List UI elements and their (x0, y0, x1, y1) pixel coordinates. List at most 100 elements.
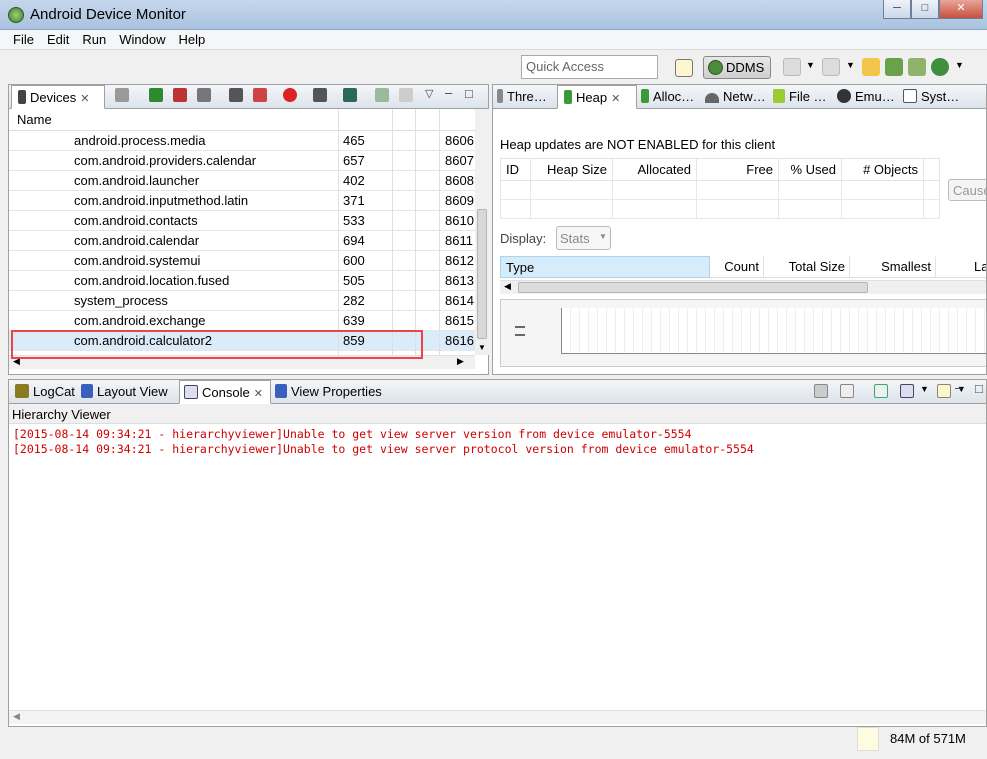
col-id[interactable]: ID (500, 158, 531, 181)
col-type[interactable]: Type (500, 256, 710, 278)
col-used[interactable]: % Used (778, 158, 842, 181)
download-icon[interactable] (885, 58, 903, 76)
tab-logcat-label: LogCat (33, 384, 75, 399)
scroll-left-icon[interactable]: ◀ (504, 281, 511, 292)
view-menu-icon[interactable]: ▽ (425, 87, 433, 100)
tab-file-explorer[interactable]: File … (773, 85, 833, 109)
tab-allocation[interactable]: Alloc… (641, 85, 701, 109)
open-console-icon[interactable] (936, 384, 951, 398)
column-name[interactable]: Name (17, 112, 52, 127)
device-process-row[interactable]: system_process 282 8614 (9, 291, 475, 311)
dropdown-icon[interactable]: ▼ (806, 60, 815, 70)
devices-header: Name (9, 109, 475, 131)
maximize-button[interactable]: □ (911, 0, 939, 19)
maximize-view-icon[interactable]: □ (975, 381, 983, 396)
device-process-row[interactable]: com.android.calendar 694 8611 (9, 231, 475, 251)
memory-status[interactable]: 84M of 571M (890, 731, 966, 746)
tab-network[interactable]: Netw… (705, 85, 769, 109)
systrace-icon[interactable] (343, 88, 357, 102)
minimize-view-icon[interactable]: – (445, 85, 452, 100)
scroll-right-icon[interactable]: ▶ (457, 356, 464, 367)
tab-heap[interactable]: Heap ✕ (557, 85, 637, 109)
scroll-left-icon[interactable]: ◀ (13, 711, 20, 722)
tab-system-label: Syst… (921, 89, 960, 104)
open-perspective-icon[interactable] (675, 59, 693, 77)
toolbar-icon-1[interactable] (783, 58, 801, 76)
scroll-thumb[interactable] (477, 209, 487, 339)
menu-file[interactable]: File (13, 30, 34, 47)
tab-console[interactable]: Console ✕ (179, 380, 271, 404)
stop-process-icon[interactable] (283, 88, 297, 102)
menu-help[interactable]: Help (178, 30, 205, 47)
menu-edit[interactable]: Edit (47, 30, 69, 47)
scroll-down-icon[interactable]: ▼ (478, 343, 486, 352)
type-horizontal-scrollbar[interactable]: ◀ (500, 280, 986, 294)
process-pid: 533 (343, 213, 365, 228)
device-process-row[interactable]: com.android.exchange 639 8615 (9, 311, 475, 331)
update-threads-icon[interactable] (229, 88, 243, 102)
close-tab-icon[interactable]: ✕ (80, 93, 89, 105)
run-icon[interactable] (931, 58, 949, 76)
cause-gc-button[interactable]: Cause (948, 179, 986, 201)
device-process-row[interactable]: com.android.systemui 600 8612 (9, 251, 475, 271)
tab-system[interactable]: Syst… (903, 85, 963, 109)
screen-capture-icon[interactable] (862, 58, 880, 76)
ddms-perspective-button[interactable]: DDMS (703, 56, 771, 79)
dump-view-icon[interactable] (375, 88, 389, 102)
col-smallest[interactable]: Smallest (850, 256, 936, 278)
update-heap-icon[interactable] (149, 88, 163, 102)
col-free[interactable]: Free (696, 158, 779, 181)
device-process-row[interactable]: com.android.contacts 533 8610 (9, 211, 475, 231)
console-horizontal-scrollbar[interactable]: ◀ (9, 710, 986, 724)
toolbar-icon-2[interactable] (822, 58, 840, 76)
scroll-lock-icon[interactable] (840, 384, 854, 398)
minimize-button[interactable]: ─ (883, 0, 911, 19)
process-port: 8611 (445, 233, 473, 248)
pin-console-icon[interactable] (874, 384, 888, 398)
tab-view-properties[interactable]: View Properties (275, 380, 390, 404)
tab-heap-label: Heap (576, 90, 608, 105)
col-total-size[interactable]: Total Size (764, 256, 850, 278)
tab-network-label: Netw… (723, 89, 766, 104)
tab-devices[interactable]: Devices ✕ (11, 85, 105, 109)
screen-capture-icon[interactable] (313, 88, 327, 102)
close-tab-icon[interactable]: ✕ (254, 388, 263, 400)
maximize-view-icon[interactable]: □ (465, 86, 473, 101)
method-profiling-icon[interactable] (253, 88, 267, 102)
menu-window[interactable]: Window (119, 30, 165, 47)
clear-console-icon[interactable] (814, 384, 828, 398)
device-process-row[interactable]: android.process.media 465 8606 (9, 131, 475, 151)
tab-threads[interactable]: Thre… (497, 85, 557, 109)
tab-emulator[interactable]: Emu… (837, 85, 899, 109)
gc-icon[interactable] (197, 88, 211, 102)
scroll-thumb[interactable] (518, 282, 868, 293)
device-process-row[interactable]: com.android.inputmethod.latin 371 8609 (9, 191, 475, 211)
col-heap-size[interactable]: Heap Size (530, 158, 613, 181)
device-process-row[interactable]: com.android.providers.calendar 657 8607 (9, 151, 475, 171)
tab-allocation-label: Alloc… (653, 89, 695, 104)
device-process-row[interactable]: com.android.launcher 402 8608 (9, 171, 475, 191)
tab-layout-view[interactable]: Layout View (81, 380, 179, 404)
col-count[interactable]: Count (710, 256, 764, 278)
menu-run[interactable]: Run (82, 30, 106, 47)
device-icon[interactable] (908, 58, 926, 76)
col-allocated[interactable]: Allocated (612, 158, 697, 181)
close-tab-icon[interactable]: ✕ (611, 93, 620, 105)
close-button[interactable]: ✕ (939, 0, 983, 19)
col-objects[interactable]: # Objects (841, 158, 924, 181)
tab-file-label: File … (789, 89, 827, 104)
vertical-scrollbar[interactable]: ▼ (475, 109, 489, 355)
col-largest[interactable]: La (974, 259, 986, 274)
dropdown-icon[interactable]: ▼ (955, 60, 964, 70)
quick-access-input[interactable]: Quick Access (521, 55, 658, 79)
display-console-icon[interactable] (900, 384, 914, 398)
uiautomator-icon[interactable] (399, 88, 413, 102)
dropdown-icon[interactable]: ▼ (846, 60, 855, 70)
dump-hprof-icon[interactable] (173, 88, 187, 102)
minimize-view-icon[interactable]: – (955, 380, 962, 395)
device-process-row[interactable]: com.android.location.fused 505 8613 (9, 271, 475, 291)
display-select[interactable]: Stats ▼ (556, 226, 611, 250)
dropdown-icon[interactable]: ▼ (920, 384, 929, 398)
debug-icon[interactable] (115, 88, 129, 102)
tab-logcat[interactable]: LogCat (11, 380, 79, 404)
